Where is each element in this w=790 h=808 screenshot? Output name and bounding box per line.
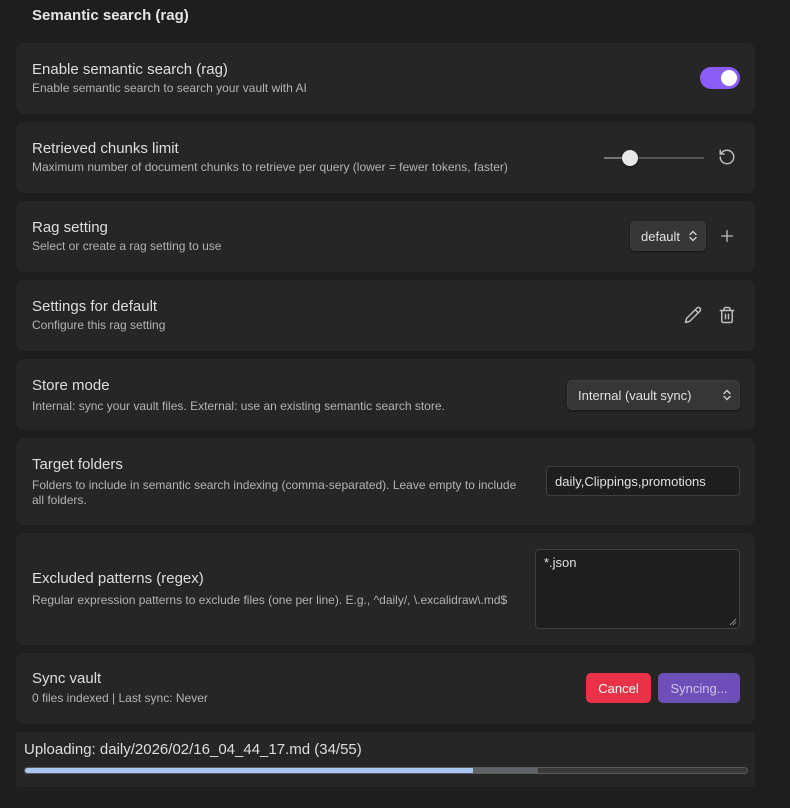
setting-description: 0 files indexed | Last sync: Never [32,691,208,705]
chunks-limit-setting: Retrieved chunks limit Maximum number of… [16,122,755,193]
select-value: Internal (vault sync) [578,387,692,403]
excluded-patterns-textarea[interactable]: *.json [535,549,740,629]
setting-name: Sync vault [32,670,102,687]
trash-icon[interactable] [715,303,739,327]
store-mode-select[interactable]: Internal (vault sync) [567,380,740,410]
setting-description: Internal: sync your vault files. Externa… [32,399,445,413]
setting-description: Select or create a rag setting to use [32,239,222,253]
select-value: default [641,228,681,244]
setting-description: Enable semantic search to search your va… [32,81,307,95]
plus-icon[interactable] [715,224,739,248]
chunks-limit-slider[interactable] [604,150,704,166]
syncing-button[interactable]: Syncing... [658,673,740,703]
setting-name: Enable semantic search (rag) [32,61,228,78]
slider-thumb[interactable] [622,150,638,166]
chevron-updown-icon [723,389,731,401]
setting-description: Configure this rag setting [32,318,166,332]
toggle-knob [721,70,737,86]
setting-name: Rag setting [32,219,108,236]
progress-fill [25,768,473,773]
setting-description: Maximum number of document chunks to ret… [32,160,508,174]
settings-page: Semantic search (rag) Enable semantic se… [0,0,790,808]
upload-progress-bar [24,767,748,774]
textarea-value: *.json [544,555,577,570]
resize-grip-icon[interactable] [729,618,737,626]
rag-setting-select[interactable]: default [630,221,706,251]
setting-name: Store mode [32,377,110,394]
upload-progress-panel: Uploading: daily/2026/02/16_04_44_17.md … [16,732,755,787]
reset-icon[interactable] [715,145,739,169]
pencil-icon[interactable] [681,303,705,327]
setting-name: Retrieved chunks limit [32,140,179,157]
setting-name: Target folders [32,456,123,473]
chevron-updown-icon [689,230,697,242]
store-mode-setting: Store mode Internal: sync your vault fil… [16,359,755,430]
enable-rag-toggle[interactable] [700,67,740,89]
setting-description: Folders to include in semantic search in… [32,478,517,507]
settings-for-default: Settings for default Configure this rag … [16,280,755,351]
setting-description: Regular expression patterns to exclude f… [32,593,508,607]
upload-status-text: Uploading: daily/2026/02/16_04_44_17.md … [24,741,362,758]
cancel-button[interactable]: Cancel [586,673,651,703]
section-title: Semantic search (rag) [32,7,189,24]
setting-name: Excluded patterns (regex) [32,570,204,587]
enable-rag-setting: Enable semantic search (rag) Enable sema… [16,43,755,114]
rag-setting: Rag setting Select or create a rag setti… [16,201,755,272]
setting-name: Settings for default [32,298,158,315]
target-folders-input[interactable]: daily,Clippings,promotions [546,466,740,496]
sync-vault-setting: Sync vault 0 files indexed | Last sync: … [16,653,755,724]
target-folders-setting: Target folders Folders to include in sem… [16,438,755,525]
excluded-patterns-setting: Excluded patterns (regex) Regular expres… [16,533,755,645]
